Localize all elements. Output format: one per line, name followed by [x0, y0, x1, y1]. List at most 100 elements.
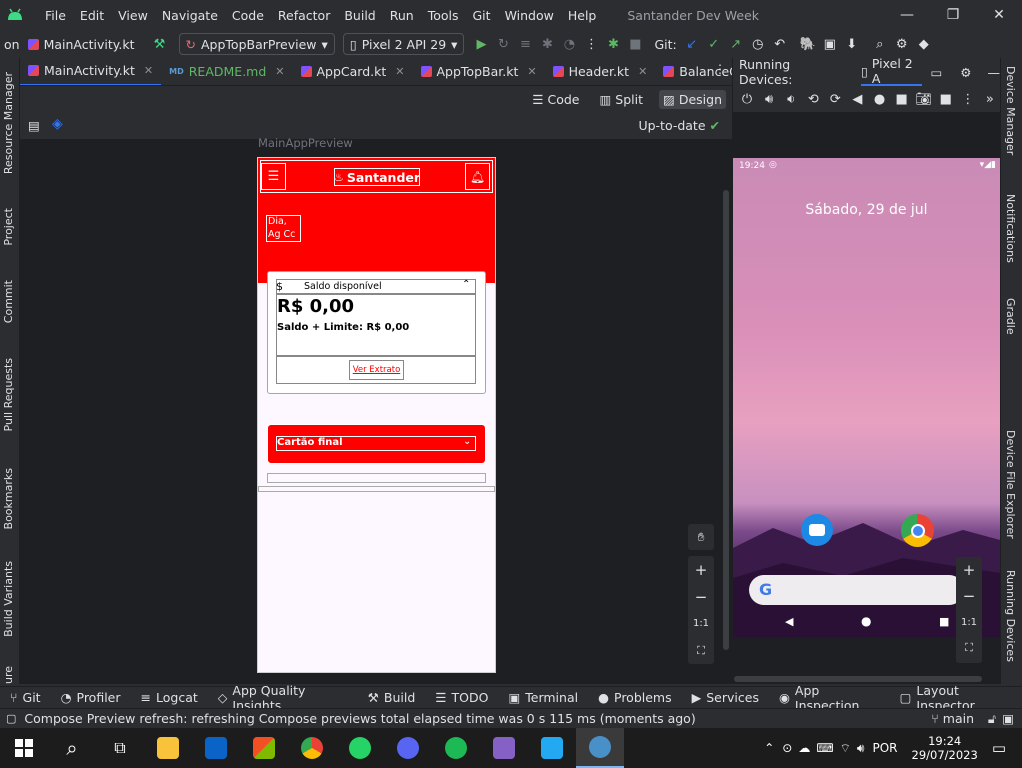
notification-button[interactable]: 🔔︎ [465, 163, 490, 190]
tool-gradle[interactable]: Gradle [1004, 298, 1017, 335]
tool-project[interactable]: Project [2, 208, 15, 246]
history-icon[interactable]: ◷ [747, 33, 769, 55]
screenshot-icon[interactable]: 📷︎ [914, 88, 934, 110]
menu-item-file[interactable]: File [38, 8, 73, 23]
tool-device-manager[interactable]: Device Manager [1004, 66, 1017, 155]
menu-item-git[interactable]: Git [466, 8, 498, 23]
menu-item-build[interactable]: Build [337, 8, 382, 23]
attach-debugger-icon[interactable]: ✱ [602, 33, 624, 55]
meet-now-icon[interactable]: ⊙ [782, 741, 792, 755]
power-icon[interactable]: ⏻ [737, 88, 757, 110]
visual-studio-button[interactable] [480, 728, 528, 768]
hide-panel-icon[interactable]: — [988, 65, 1001, 80]
tool-bookmarks[interactable]: Bookmarks [2, 468, 15, 529]
notifications-icon[interactable]: ▭ [992, 739, 1006, 757]
zoom-in-button[interactable]: + [688, 556, 714, 583]
bottom-tool-problems[interactable]: ● Problems [588, 690, 682, 705]
minimize-button[interactable]: — [884, 0, 930, 30]
close-tab-icon[interactable]: ✕ [527, 65, 536, 78]
run-config-dropdown[interactable]: ↻ AppTopBarPreview ▾ [178, 33, 335, 55]
device-hscrollbar[interactable] [734, 676, 982, 682]
task-view-button[interactable]: ⧉ [96, 728, 144, 768]
android-studio-taskbar-button[interactable] [576, 728, 624, 768]
menu-button[interactable]: ☰ [261, 163, 286, 190]
device-dropdown[interactable]: ▯ Pixel 2 API 29 ▾ [342, 33, 465, 55]
file-breadcrumb[interactable]: MainActivity.kt [24, 37, 139, 52]
settings-gear-icon[interactable]: ⚙ [891, 33, 913, 55]
device-zoom-fit-button[interactable]: ⛶ [956, 635, 982, 661]
pan-button[interactable]: ✋︎ [688, 524, 714, 550]
git-branch[interactable]: ⑂ main [931, 711, 974, 726]
code-mode-button[interactable]: ☰ Code [528, 90, 583, 109]
editor-tab[interactable]: AppCard.kt ✕ [293, 58, 413, 85]
sdk-manager-icon[interactable]: ⬇ [841, 33, 863, 55]
bottom-tool-services[interactable]: ▶ Services [682, 690, 769, 705]
outlook-button[interactable] [192, 728, 240, 768]
status-message[interactable]: Compose Preview refresh: refreshing Comp… [24, 711, 695, 726]
git-update-icon[interactable]: ↙ [681, 33, 703, 55]
maximize-button[interactable]: ❐ [930, 0, 976, 30]
hammer-icon[interactable]: ⚒ [149, 33, 171, 55]
search-icon[interactable]: ⌕ [869, 33, 891, 55]
apply-changes-icon[interactable]: ↻ [492, 33, 514, 55]
close-tab-icon[interactable]: ✕ [395, 65, 404, 78]
close-button[interactable]: ✕ [976, 0, 1022, 30]
git-commit-icon[interactable]: ✓ [703, 33, 725, 55]
onedrive-icon[interactable]: ☁ [798, 741, 810, 755]
menu-item-code[interactable]: Code [225, 8, 271, 23]
expand-chevron-icon[interactable]: ⌄ [463, 436, 471, 447]
device-zoom-reset-button[interactable]: 1:1 [956, 609, 982, 635]
tray-chevron-icon[interactable]: ⌃ [764, 741, 774, 755]
tool-build-variants[interactable]: Build Variants [2, 561, 15, 637]
editor-tab[interactable]: MainActivity.kt ✕ [20, 58, 162, 85]
tool-running-devices[interactable]: Running Devices [1004, 570, 1017, 662]
rotate-left-icon[interactable]: ⟲ [803, 88, 823, 110]
device-zoom-in-button[interactable]: + [956, 557, 982, 583]
canvas-scrollbar[interactable] [723, 190, 729, 650]
device-zoom-out-button[interactable]: − [956, 583, 982, 609]
status-panel-icon[interactable]: ▢ [6, 712, 16, 725]
windows-start-button[interactable] [0, 728, 48, 768]
google-search-bar[interactable]: G [749, 575, 964, 605]
screen-record-icon[interactable]: ■ [936, 88, 956, 110]
git-push-icon[interactable]: ↗ [725, 33, 747, 55]
spotify-button[interactable] [432, 728, 480, 768]
zoom-out-button[interactable]: − [688, 583, 714, 610]
design-mode-button[interactable]: ▨ Design [659, 89, 726, 109]
menu-item-window[interactable]: Window [498, 8, 561, 23]
device-manager-icon[interactable]: ▣ [819, 33, 841, 55]
project-breadcrumb[interactable]: on [0, 37, 24, 52]
rollback-icon[interactable]: ↶ [769, 33, 791, 55]
bottom-tool-profiler[interactable]: ◔ Profiler [51, 690, 131, 705]
volume-down-icon[interactable]: 🔉︎ [781, 88, 801, 110]
nav-back-icon[interactable]: ◀ [785, 615, 793, 628]
messages-app-icon[interactable] [801, 514, 833, 546]
close-tab-icon[interactable]: ✕ [144, 64, 153, 77]
overview-icon[interactable]: ■ [892, 88, 912, 110]
menu-item-view[interactable]: View [111, 8, 155, 23]
split-mode-button[interactable]: ▥ Split [595, 90, 647, 109]
chrome-app-icon[interactable] [901, 514, 934, 547]
run-icon[interactable]: ▶ [470, 33, 492, 55]
settings-gear-icon[interactable]: ⚙ [960, 65, 971, 80]
whatsapp-button[interactable] [336, 728, 384, 768]
bottom-tool-logcat[interactable]: ≡ Logcat [131, 690, 208, 705]
home-icon[interactable]: ● [869, 88, 889, 110]
menu-item-run[interactable]: Run [383, 8, 421, 23]
rotate-right-icon[interactable]: ⟳ [825, 88, 845, 110]
language-indicator[interactable]: POR [872, 741, 897, 755]
zoom-reset-button[interactable]: 1:1 [688, 610, 714, 637]
tool-structure[interactable]: ure [2, 666, 15, 684]
clock[interactable]: 19:24 29/07/2023 [912, 734, 978, 762]
keyboard-icon[interactable]: ⌨ [816, 741, 833, 755]
menu-item-refactor[interactable]: Refactor [271, 8, 337, 23]
expand-toolbar-icon[interactable]: » [980, 88, 1000, 110]
close-tab-icon[interactable]: ✕ [638, 65, 647, 78]
file-explorer-button[interactable] [144, 728, 192, 768]
nav-recents-icon[interactable]: ■ [939, 615, 949, 628]
bottom-tool-git[interactable]: ⑂ Git [0, 690, 51, 705]
ver-extrato-button[interactable]: Ver Extrato [349, 360, 404, 380]
layers-icon[interactable]: ◈ [52, 116, 63, 132]
memory-icon[interactable]: ▣ [1002, 711, 1014, 726]
more-icon[interactable]: ⋮ [958, 88, 978, 110]
